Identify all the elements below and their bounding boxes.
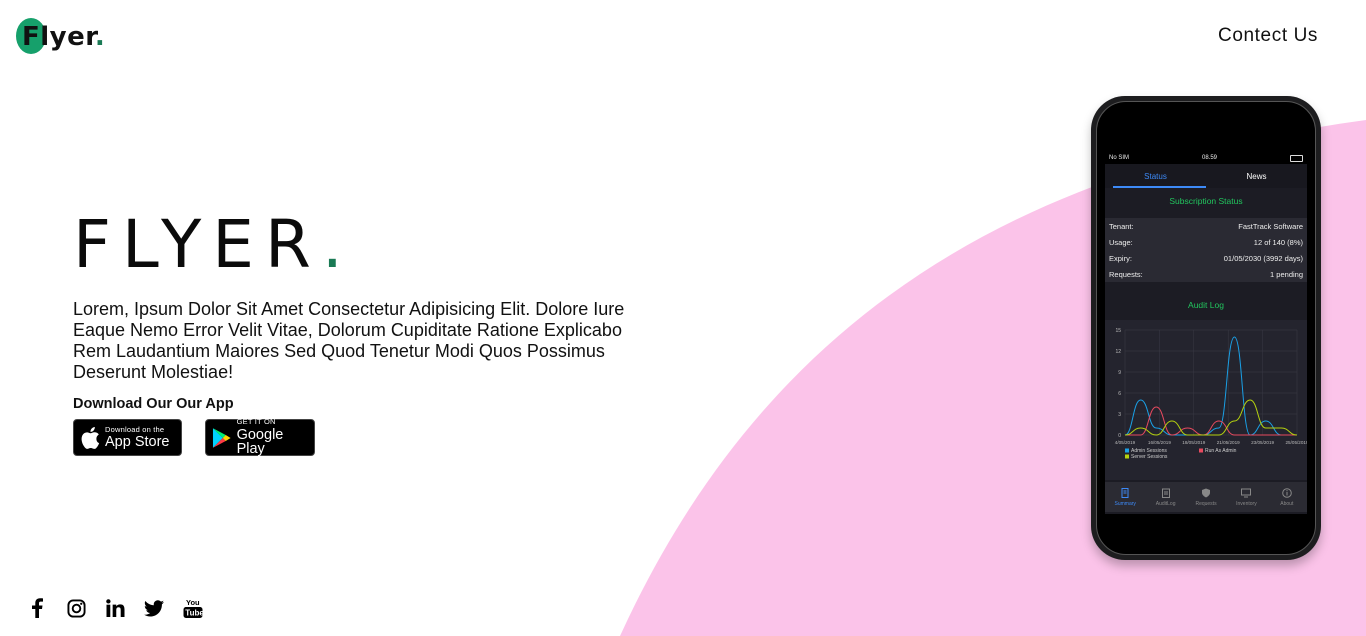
y-tick-label: 6 [1118, 391, 1121, 397]
logo-letter: F [22, 22, 41, 52]
info-value: FastTrack Software [1238, 221, 1303, 231]
y-tick-label: 9 [1118, 370, 1121, 376]
x-tick-label: 21/05/2019 [1217, 440, 1240, 445]
series-line [1124, 336, 1297, 436]
instagram-icon[interactable] [65, 596, 87, 620]
google-play-small: GET IT ON [236, 417, 276, 427]
audit-log-title: Audit Log [1188, 300, 1224, 310]
legend-swatch [1125, 448, 1129, 453]
tab-status[interactable]: Status [1105, 164, 1206, 188]
nav-inventory-label: Inventory [1236, 500, 1257, 507]
facebook-icon[interactable] [26, 596, 48, 620]
clock-label: 08.59 [1202, 155, 1218, 161]
clipboard-icon [1161, 488, 1170, 498]
twitter-icon[interactable] [143, 596, 165, 620]
svg-text:Tube: Tube [185, 609, 203, 618]
subscription-info: Tenant: FastTrack Software Usage: 12 of 14… [1105, 218, 1307, 282]
social-links: You Tube [26, 596, 204, 620]
nav-inventory[interactable]: Inventory [1226, 482, 1266, 512]
info-label: Usage: [1109, 237, 1133, 247]
series-line [1124, 399, 1298, 436]
y-tick-label: 0 [1118, 433, 1121, 439]
google-play-big: Google Play [236, 426, 284, 458]
hero-title: FLYER. [73, 205, 673, 285]
phone-notch [1163, 102, 1251, 124]
nav-requests[interactable]: Requests [1186, 482, 1226, 512]
info-label: Tenant: [1109, 221, 1134, 231]
monitor-icon [1241, 488, 1252, 497]
phone-mockup: No SIM 08.59 Status News Subscription St… [1091, 96, 1321, 560]
info-label: Requests: [1109, 269, 1143, 279]
app-store-button[interactable]: Download on the App Store [73, 419, 182, 456]
nav-summary-label: Summary [1114, 500, 1136, 507]
app-store-small: Download on the [105, 424, 165, 434]
subscription-title: Subscription Status [1169, 196, 1243, 206]
phone-status-bar: No SIM 08.59 [1105, 152, 1307, 164]
legend-swatch [1199, 448, 1203, 453]
hero-title-dot: . [321, 206, 343, 283]
tab-news[interactable]: News [1206, 164, 1307, 188]
app-store-big: App Store [105, 434, 170, 450]
carrier-label: No SIM [1109, 155, 1130, 161]
hero: FLYER. Lorem, Ipsum Dolor Sit Amet Conse… [73, 205, 673, 458]
nav-about[interactable]: About [1267, 482, 1307, 512]
info-label: Expiry: [1109, 253, 1132, 263]
x-tick-label: 18/05/2019 [1182, 440, 1205, 445]
info-icon [1282, 487, 1292, 498]
x-tick-label: 16/05/2019 [1148, 440, 1171, 445]
store-buttons: Download on the App Store GET IT ON Goog… [73, 417, 673, 458]
info-row-usage: Usage: 12 of 140 (8%) [1105, 234, 1307, 250]
logo[interactable]: Flyer. [16, 18, 105, 56]
x-tick-label: 23/05/2019 [1251, 440, 1274, 445]
legend-label: Run As Admin [1205, 448, 1237, 454]
svg-text:You: You [186, 598, 200, 607]
hero-title-text: FLYER [73, 206, 322, 283]
nav-auditlog[interactable]: AuditLog [1145, 482, 1185, 512]
info-row-tenant: Tenant: FastTrack Software [1105, 218, 1307, 234]
logo-text: lyer [40, 22, 95, 52]
google-play-button[interactable]: GET IT ON Google Play [205, 417, 315, 458]
info-value: 12 of 140 (8%) [1253, 237, 1303, 247]
x-tick-label: 25/05/2019 [1286, 440, 1308, 445]
linkedin-icon[interactable] [104, 596, 126, 620]
x-tick-label: 4/05/2019 [1115, 440, 1136, 445]
apple-icon [81, 426, 100, 449]
battery-icon [1290, 154, 1303, 162]
y-tick-label: 3 [1118, 412, 1121, 418]
nav-summary[interactable]: Summary [1105, 482, 1145, 512]
legend-label: Server Sessions [1131, 454, 1168, 460]
info-value: 01/05/2030 (3992 days) [1223, 253, 1303, 263]
shield-icon [1202, 488, 1211, 497]
contact-us-link[interactable]: Contect Us [1218, 25, 1318, 47]
audit-chart-svg: 0 3 6 9 12 15 4/05/2019 16/05/2019 18/05/2019 21/… [1115, 328, 1309, 460]
nav-requests-label: Requests [1195, 500, 1217, 507]
logo-dot: . [94, 22, 106, 52]
y-tick-label: 15 [1115, 328, 1121, 334]
phone-app-screen: No SIM 08.59 Status News Subscription St… [1105, 152, 1309, 514]
google-play-icon [212, 427, 231, 448]
info-row-expiry: Expiry: 01/05/2030 (3992 days) [1105, 250, 1307, 266]
info-value: 1 pending [1270, 269, 1303, 279]
hero-description: Lorem, Ipsum Dolor Sit Amet Consectetur … [73, 299, 625, 382]
phone-bottom-nav: Summary AuditLog Requests Inventory Abou… [1105, 482, 1307, 512]
info-row-requests: Requests: 1 pending [1105, 266, 1307, 282]
youtube-icon[interactable]: You Tube [182, 596, 204, 620]
phone-tab-bar: Status News [1105, 164, 1307, 188]
nav-auditlog-label: AuditLog [1155, 500, 1176, 507]
summary-icon [1121, 487, 1129, 498]
y-tick-label: 12 [1115, 349, 1121, 355]
audit-chart: 0 3 6 9 12 15 4/05/2019 16/05/2019 18/05/2019 21/… [1105, 320, 1309, 480]
nav-about-label: About [1280, 500, 1294, 507]
download-label: Download Our Our App [73, 396, 234, 412]
legend-swatch [1125, 454, 1129, 459]
